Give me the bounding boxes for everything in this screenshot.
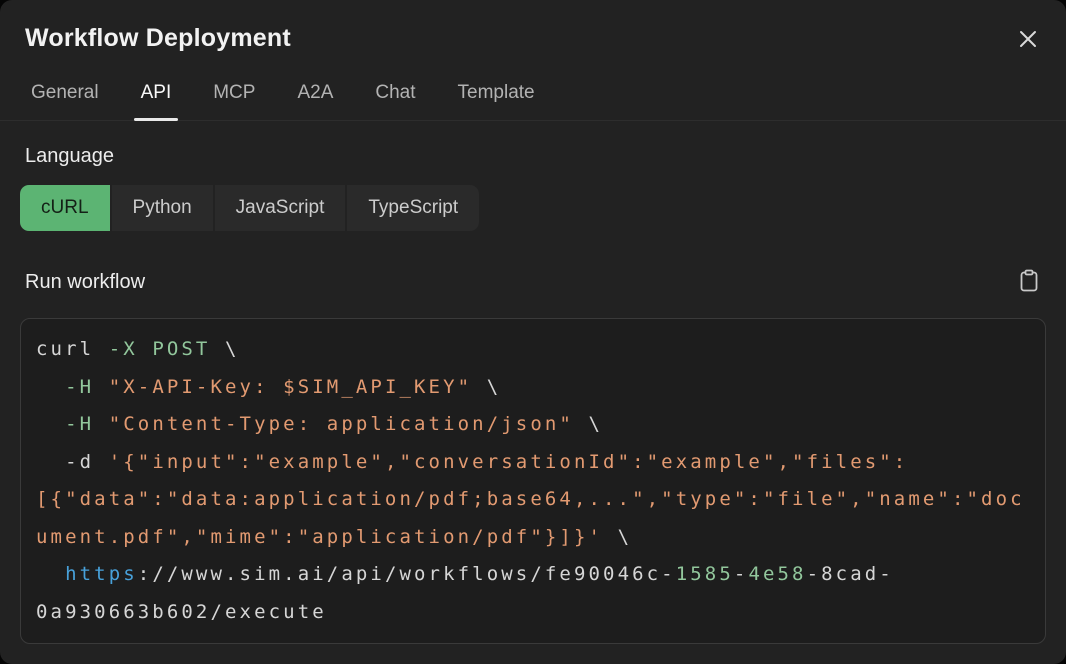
- language-selector: cURLPythonJavaScriptTypeScript: [20, 185, 1066, 231]
- close-button[interactable]: [1016, 28, 1040, 52]
- tab-mcp[interactable]: MCP: [213, 82, 255, 120]
- code-header: Run workflow: [25, 269, 1041, 295]
- workflow-deployment-modal: Workflow Deployment General API MCP A2A Chat…: [0, 0, 1066, 664]
- close-icon: [1017, 28, 1039, 53]
- code-line: https://www.sim.ai/api/workflows/fe90046…: [36, 556, 1045, 594]
- tab-a2a[interactable]: A2A: [297, 82, 333, 120]
- copy-button[interactable]: [1017, 269, 1041, 295]
- language-option-curl[interactable]: cURL: [20, 185, 110, 231]
- tab-chat[interactable]: Chat: [375, 82, 415, 120]
- code-line: -H "Content-Type: application/json" \: [36, 406, 1045, 444]
- clipboard-icon: [1019, 269, 1039, 296]
- run-workflow-label: Run workflow: [25, 271, 145, 294]
- code-line: curl -X POST \: [36, 331, 1045, 369]
- tab-general[interactable]: General: [31, 82, 99, 120]
- language-option-typescript[interactable]: TypeScript: [347, 185, 479, 231]
- language-option-python[interactable]: Python: [112, 185, 213, 231]
- code-line: -H "X-API-Key: $SIM_API_KEY" \: [36, 369, 1045, 407]
- modal-title: Workflow Deployment: [25, 24, 1041, 53]
- code-block[interactable]: curl -X POST \ -H "X-API-Key: $SIM_API_K…: [20, 318, 1046, 644]
- tab-template[interactable]: Template: [458, 82, 535, 120]
- modal-header: Workflow Deployment: [0, 0, 1066, 53]
- tab-api[interactable]: API: [141, 82, 172, 120]
- language-option-javascript[interactable]: JavaScript: [215, 185, 346, 231]
- language-label: Language: [25, 145, 1066, 168]
- tab-bar: General API MCP A2A Chat Template: [0, 82, 1066, 121]
- code-line: -d '{"input":"example","conversationId":…: [36, 444, 1045, 482]
- code-line: 0a930663b602/execute: [36, 594, 1045, 632]
- code-line: ument.pdf","mime":"application/pdf"}]}' …: [36, 519, 1045, 557]
- code-line: [{"data":"data:application/pdf;base64,..…: [36, 481, 1045, 519]
